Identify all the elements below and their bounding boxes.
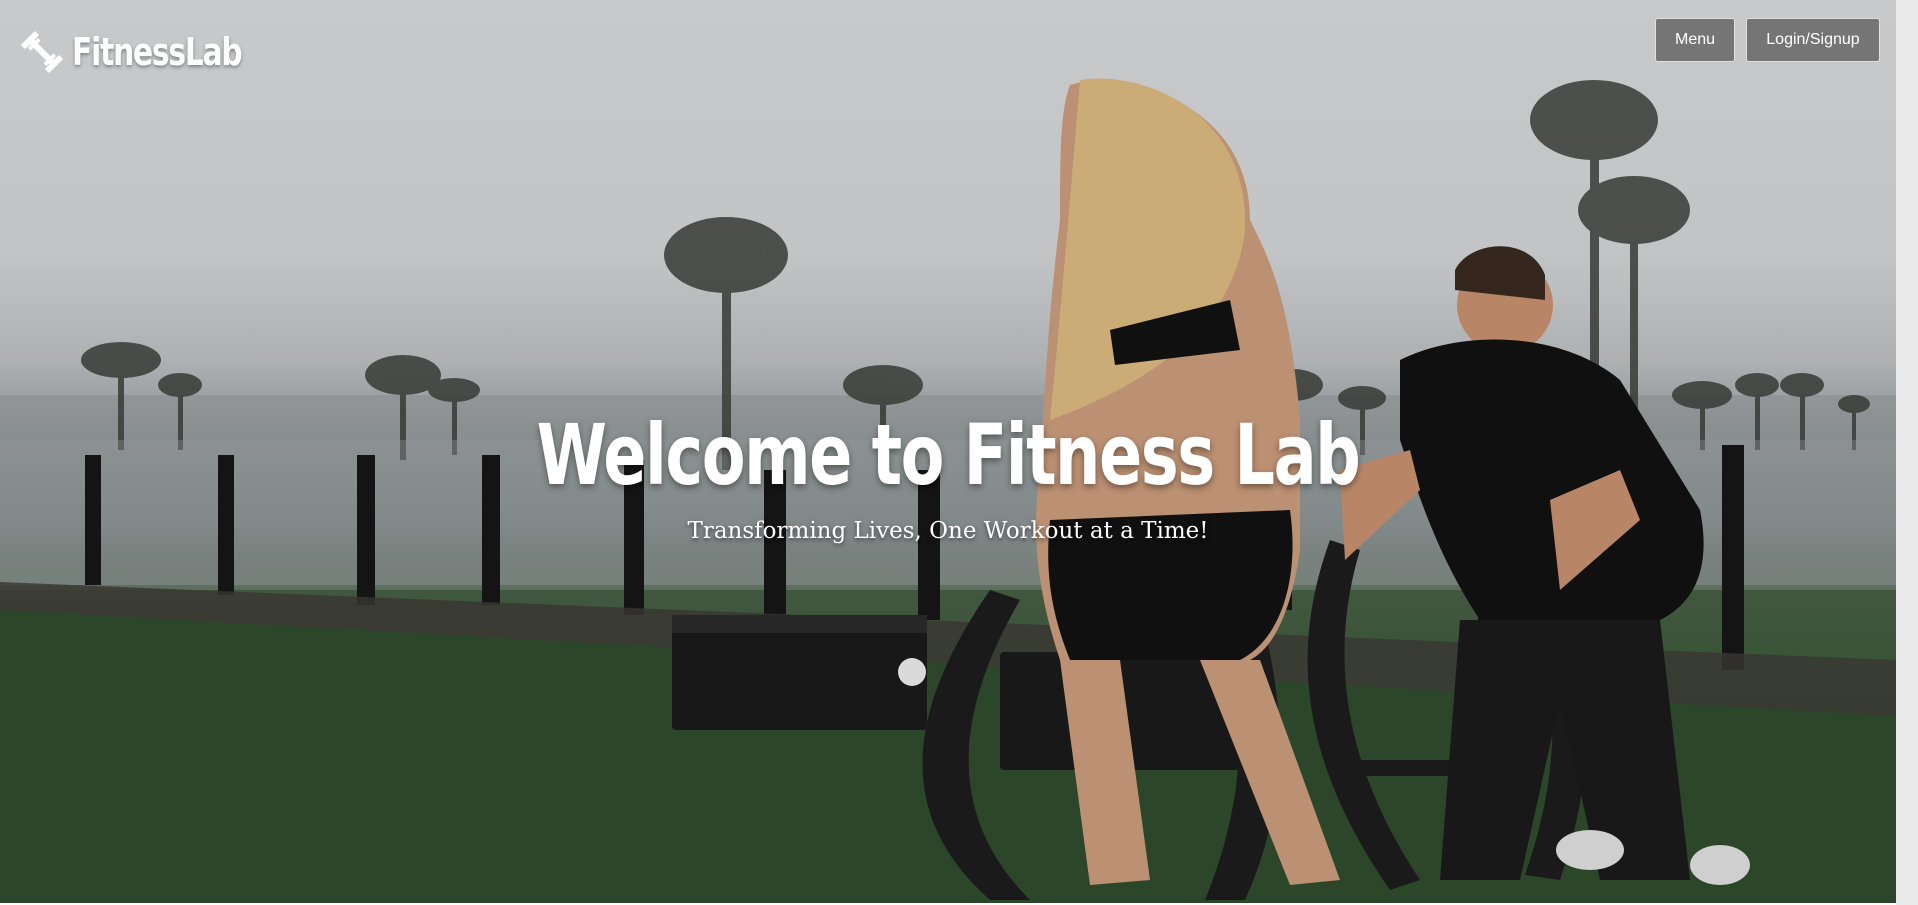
brand-logo[interactable]: FitnessLab bbox=[20, 28, 289, 76]
hero-headline: Welcome to Fitness Lab bbox=[536, 406, 1361, 504]
brand-name: FitnessLab bbox=[72, 30, 243, 74]
hero-tagline: Transforming Lives, One Workout at a Tim… bbox=[687, 518, 1209, 544]
top-navigation-bar: FitnessLab Menu Login/Signup bbox=[0, 0, 1896, 90]
page-scrollbar-track[interactable] bbox=[1896, 0, 1918, 905]
dumbbell-icon bbox=[21, 31, 63, 73]
login-signup-button[interactable]: Login/Signup bbox=[1746, 18, 1880, 62]
menu-button[interactable]: Menu bbox=[1655, 18, 1735, 62]
hero-section: FitnessLab Menu Login/Signup Welcome to … bbox=[0, 0, 1896, 903]
